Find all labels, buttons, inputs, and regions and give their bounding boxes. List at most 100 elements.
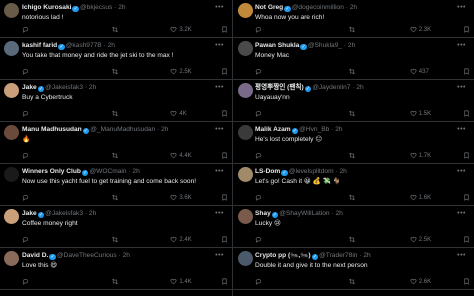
timestamp[interactable]: 2h xyxy=(363,252,370,259)
timestamp[interactable]: 2h xyxy=(335,126,342,133)
reply-button[interactable] xyxy=(22,110,29,117)
author-handle[interactable]: @DaveTheeCurious xyxy=(57,252,117,259)
bookmark-button[interactable] xyxy=(221,68,228,75)
reply-button[interactable] xyxy=(255,278,262,285)
avatar[interactable] xyxy=(4,125,19,140)
like-button[interactable]: 3.2K xyxy=(170,26,192,33)
bookmark-button[interactable] xyxy=(221,26,228,33)
reply-tweet[interactable]: Pawan Shukla ✓ @Shukla9_ · 2h ••• Money Ma… xyxy=(233,38,474,80)
like-button[interactable]: 1.7K xyxy=(410,152,431,159)
avatar[interactable] xyxy=(238,125,253,140)
avatar[interactable] xyxy=(238,251,253,266)
like-button[interactable]: 2.4K xyxy=(170,236,192,243)
avatar[interactable] xyxy=(238,83,253,98)
more-options-icon[interactable]: ••• xyxy=(213,83,224,92)
bookmark-button[interactable] xyxy=(221,278,228,285)
author-name[interactable]: Jake xyxy=(22,210,37,217)
avatar[interactable] xyxy=(238,3,253,18)
author-handle[interactable]: @WOCmain xyxy=(89,168,126,175)
avatar[interactable] xyxy=(4,209,19,224)
timestamp[interactable]: 2h xyxy=(356,84,363,91)
author-handle[interactable]: @levelsplitdom xyxy=(289,168,334,175)
reply-button[interactable] xyxy=(22,278,29,285)
reply-button[interactable] xyxy=(255,110,262,117)
like-button[interactable]: 1.4K xyxy=(170,278,192,285)
avatar[interactable] xyxy=(4,167,19,182)
reply-tweet[interactable]: Winners Only Club ✓ @WOCmain · 2h ••• Now … xyxy=(0,164,232,206)
reply-tweet[interactable]: 평영뿌짱인 (팬칙) ✓ @Jaydenlin7 · 2h ••• Uayauay'… xyxy=(233,80,474,122)
reply-tweet[interactable]: Manu Madhusudan ✓ @_ManuMadhusudan · 2h ••… xyxy=(0,122,232,164)
bookmark-button[interactable] xyxy=(463,278,470,285)
author-handle[interactable]: @Shukla9_ xyxy=(308,42,342,49)
author-name[interactable]: Not Greg xyxy=(255,4,283,11)
more-options-icon[interactable]: ••• xyxy=(213,209,224,218)
bookmark-button[interactable] xyxy=(463,236,470,243)
reply-tweet[interactable]: kashif farid ✓ @kash977B · 2h ••• You take… xyxy=(0,38,232,80)
avatar[interactable] xyxy=(238,41,253,56)
reply-button[interactable] xyxy=(22,194,29,201)
reply-tweet[interactable]: Jake ✓ @Jakeisfak3 · 2h ••• Coffee money r… xyxy=(0,206,232,248)
more-options-icon[interactable]: ••• xyxy=(213,41,224,50)
repost-button[interactable] xyxy=(111,236,118,243)
like-button[interactable]: 3.6K xyxy=(170,194,192,201)
author-name[interactable]: Shay xyxy=(255,210,271,217)
reply-button[interactable] xyxy=(255,26,262,33)
author-name[interactable]: Jake xyxy=(22,84,37,91)
timestamp[interactable]: 2h xyxy=(123,252,130,259)
reply-button[interactable] xyxy=(22,152,29,159)
bookmark-button[interactable] xyxy=(463,26,470,33)
repost-button[interactable] xyxy=(348,194,355,201)
author-handle[interactable]: @kash977B xyxy=(66,42,102,49)
more-options-icon[interactable]: ••• xyxy=(213,167,224,176)
repost-button[interactable] xyxy=(348,110,355,117)
more-options-icon[interactable]: ••• xyxy=(213,251,224,260)
more-options-icon[interactable]: ••• xyxy=(455,83,466,92)
author-handle[interactable]: @dogecoinmillion xyxy=(292,4,344,11)
more-options-icon[interactable]: ••• xyxy=(213,125,224,134)
timestamp[interactable]: 2h xyxy=(89,84,96,91)
repost-button[interactable] xyxy=(111,26,118,33)
reply-tweet[interactable]: David D. ✓ @DaveTheeCurious · 2h ••• Love … xyxy=(0,248,232,290)
like-button[interactable]: 2.5K xyxy=(410,236,431,243)
reply-tweet[interactable]: Malik Azam ✓ @Hvn_Bb · 2h ••• He's lost co… xyxy=(233,122,474,164)
timestamp[interactable]: 2h xyxy=(108,42,115,49)
repost-button[interactable] xyxy=(348,152,355,159)
avatar[interactable] xyxy=(4,83,19,98)
author-name[interactable]: David D. xyxy=(22,252,48,259)
repost-button[interactable] xyxy=(111,278,118,285)
bookmark-button[interactable] xyxy=(221,236,228,243)
reply-tweet[interactable]: Crypto pp (🐜,🐜) ✓ @Trader78in · 2h ••• Dou… xyxy=(233,248,474,290)
like-button[interactable]: 4.4K xyxy=(170,152,192,159)
author-handle[interactable]: @_ManuMadhusudan xyxy=(90,126,155,133)
reply-button[interactable] xyxy=(255,236,262,243)
timestamp[interactable]: 2h xyxy=(350,4,357,11)
reply-tweet[interactable]: LS-Dom ✓ @levelsplitdom · 2h ••• Let's go!… xyxy=(233,164,474,206)
reply-tweet[interactable]: Jake ✓ @Jakeisfak3 · 2h ••• Buy a Cybertru… xyxy=(0,80,232,122)
timestamp[interactable]: 2h xyxy=(348,42,355,49)
repost-button[interactable] xyxy=(348,236,355,243)
like-button[interactable]: 1.5K xyxy=(410,110,431,117)
timestamp[interactable]: 2h xyxy=(132,168,139,175)
reply-tweet[interactable]: Shay ✓ @ShayWillLation · 2h ••• Lucky 😢 2.… xyxy=(233,206,474,248)
bookmark-button[interactable] xyxy=(221,110,228,117)
avatar[interactable] xyxy=(4,41,19,56)
like-button[interactable]: 2.5K xyxy=(170,68,192,75)
bookmark-button[interactable] xyxy=(463,194,470,201)
reply-tweet[interactable]: Not Greg ✓ @dogecoinmillion · 2h ••• Whoa … xyxy=(233,0,474,38)
author-name[interactable]: Malik Azam xyxy=(255,126,291,133)
author-name[interactable]: Pawan Shukla xyxy=(255,42,299,49)
reply-button[interactable] xyxy=(22,26,29,33)
repost-button[interactable] xyxy=(348,26,355,33)
author-handle[interactable]: @Hvn_Bb xyxy=(299,126,329,133)
like-button[interactable]: 2.6K xyxy=(410,278,431,285)
repost-button[interactable] xyxy=(111,110,118,117)
like-button[interactable]: 437 xyxy=(410,68,429,75)
avatar[interactable] xyxy=(238,167,253,182)
avatar[interactable] xyxy=(238,209,253,224)
author-name[interactable]: 평영뿌짱인 (팬칙) xyxy=(255,84,304,91)
more-options-icon[interactable]: ••• xyxy=(455,167,466,176)
reply-button[interactable] xyxy=(22,236,29,243)
author-handle[interactable]: @bkjecsus xyxy=(80,4,112,11)
author-name[interactable]: kashif farid xyxy=(22,42,57,49)
bookmark-button[interactable] xyxy=(463,68,470,75)
